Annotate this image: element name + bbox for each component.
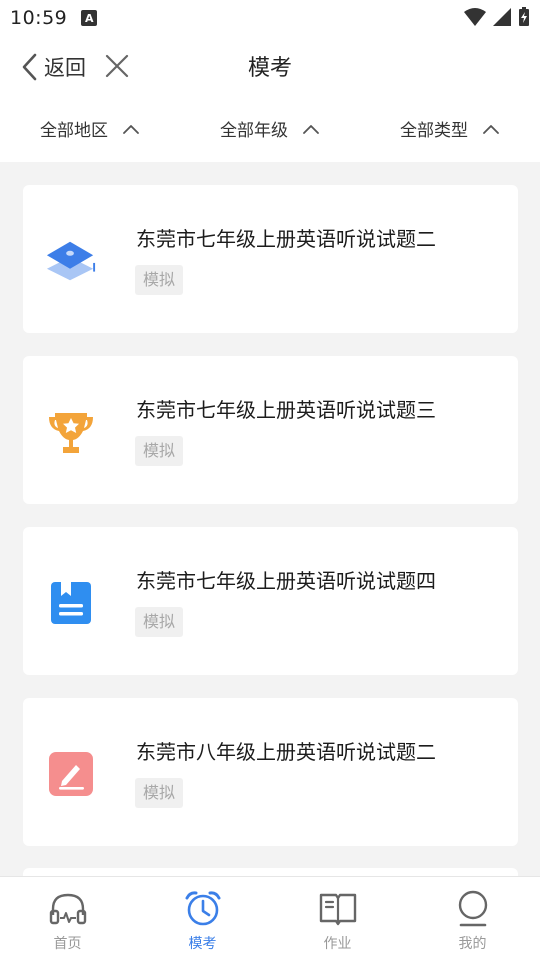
filter-grade-label: 全部年级 <box>220 121 288 141</box>
cell-signal-icon <box>493 8 511 26</box>
trophy-icon <box>45 406 97 458</box>
tab-bar: 首页 模考 作业 我的 <box>0 876 540 960</box>
filter-region[interactable]: 全部地区 <box>40 116 140 141</box>
paper-card[interactable]: 东莞市七年级上册英语听说试题二 模拟 <box>23 185 518 333</box>
pen-edit-icon <box>45 748 97 800</box>
status-bar: 10:59 A <box>0 0 540 36</box>
chevron-up-icon <box>483 124 499 134</box>
battery-icon <box>519 7 529 26</box>
paper-list: 东莞市七年级上册英语听说试题二 模拟 东莞市七年级上册英语听说试题三 模拟 东莞… <box>23 185 518 869</box>
tab-mock-exam[interactable]: 模考 <box>135 877 270 960</box>
paper-tag: 模拟 <box>135 265 184 295</box>
paper-title: 东莞市七年级上册英语听说试题二 <box>136 227 436 251</box>
graduation-cap-icon <box>45 235 97 287</box>
alarm-clock-icon <box>183 889 223 929</box>
filter-type-label: 全部类型 <box>400 121 468 141</box>
headphones-icon <box>48 889 88 929</box>
keyboard-indicator-icon: A <box>81 10 98 26</box>
paper-card[interactable]: 东莞市八年级上册英语听说试题二 模拟 <box>23 698 518 846</box>
paper-tag: 模拟 <box>135 436 184 466</box>
book-icon <box>318 889 358 929</box>
chevron-up-icon <box>303 124 319 134</box>
paper-title: 东莞市七年级上册英语听说试题三 <box>136 398 436 422</box>
notebook-icon <box>45 577 97 629</box>
paper-title: 东莞市七年级上册英语听说试题四 <box>136 569 436 593</box>
filter-bar: 全部地区 全部年级 全部类型 <box>0 98 540 162</box>
paper-tag: 模拟 <box>135 607 184 637</box>
user-icon <box>453 889 493 929</box>
tab-home[interactable]: 首页 <box>0 877 135 960</box>
wifi-icon <box>464 8 486 26</box>
filter-type[interactable]: 全部类型 <box>400 116 500 141</box>
page-title: 模考 <box>247 56 292 81</box>
status-time: 10:59 <box>10 7 68 29</box>
tab-profile-label: 我的 <box>458 936 487 952</box>
tab-mock-exam-label: 模考 <box>188 936 217 952</box>
filter-region-label: 全部地区 <box>40 121 108 141</box>
tab-homework[interactable]: 作业 <box>270 877 405 960</box>
chevron-up-icon <box>123 124 139 134</box>
paper-card[interactable]: 东莞市七年级上册英语听说试题四 模拟 <box>23 527 518 675</box>
filter-grade[interactable]: 全部年级 <box>220 116 320 141</box>
paper-title: 东莞市八年级上册英语听说试题二 <box>136 740 436 764</box>
status-icons <box>464 7 530 27</box>
tab-homework-label: 作业 <box>323 936 352 952</box>
nav-bar: 返回 模考 <box>0 36 540 98</box>
paper-card[interactable]: 东莞市七年级上册英语听说试题三 模拟 <box>23 356 518 504</box>
tab-profile[interactable]: 我的 <box>405 877 540 960</box>
paper-tag: 模拟 <box>135 778 184 808</box>
tab-home-label: 首页 <box>53 936 82 952</box>
